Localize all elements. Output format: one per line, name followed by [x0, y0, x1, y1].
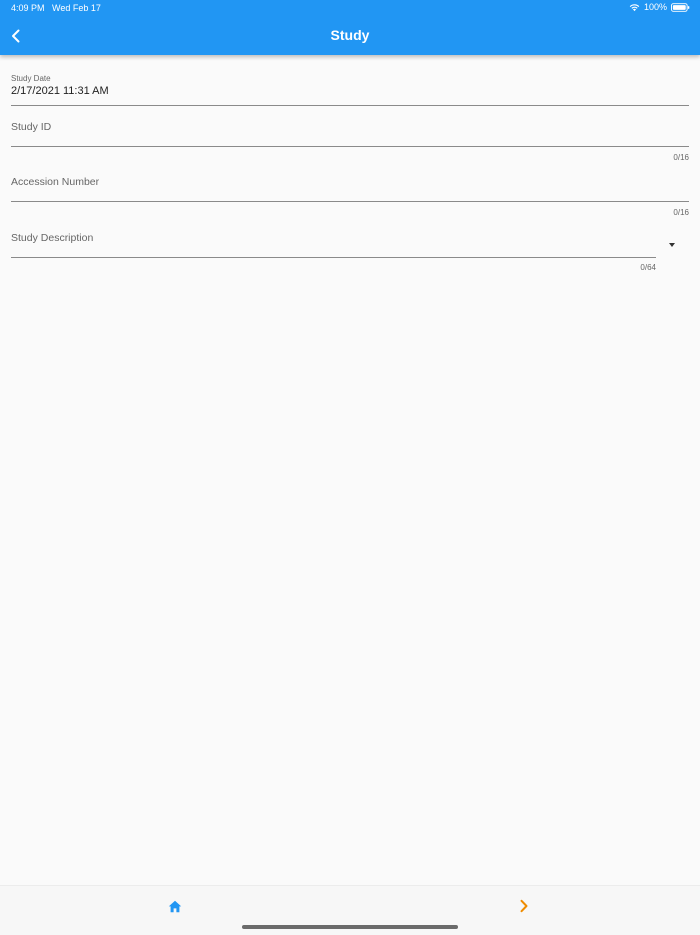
study-date-field[interactable]: Study Date 2/17/2021 11:31 AM — [11, 73, 689, 107]
study-description-field[interactable]: Study Description — [11, 227, 656, 258]
study-id-field[interactable]: Study ID — [11, 117, 689, 147]
accession-number-label: Accession Number — [11, 176, 100, 188]
study-id-counter: 0/16 — [673, 153, 689, 162]
accession-number-field[interactable]: Accession Number — [11, 172, 689, 202]
home-indicator — [242, 925, 458, 929]
page-title: Study — [330, 27, 370, 43]
battery-percent: 100% — [643, 2, 667, 12]
arrow-drop-down-icon[interactable] — [669, 243, 675, 247]
status-indicators: 100% — [629, 2, 690, 12]
next-button[interactable] — [515, 896, 533, 916]
study-id-underline — [11, 146, 689, 147]
study-date-label: Study Date — [11, 74, 51, 83]
accession-number-underline — [11, 201, 689, 202]
status-date: Wed Feb 17 — [52, 3, 101, 13]
chevron-right-icon — [520, 899, 528, 913]
wifi-icon — [629, 3, 640, 11]
home-button[interactable] — [166, 897, 184, 915]
accession-number-counter: 0/16 — [673, 208, 689, 217]
home-icon — [168, 900, 182, 912]
bottom-navigation-bar — [0, 885, 700, 935]
study-description-underline — [11, 257, 656, 258]
study-description-label: Study Description — [11, 232, 94, 244]
study-date-underline — [11, 105, 689, 106]
study-id-label: Study ID — [11, 121, 52, 133]
study-description-counter: 0/64 — [640, 263, 656, 272]
status-time: 4:09 PM — [11, 3, 45, 13]
app-bar: 4:09 PM Wed Feb 17 100% Study — [0, 0, 700, 55]
battery-icon — [671, 2, 690, 12]
study-date-value: 2/17/2021 11:31 AM — [11, 85, 109, 97]
